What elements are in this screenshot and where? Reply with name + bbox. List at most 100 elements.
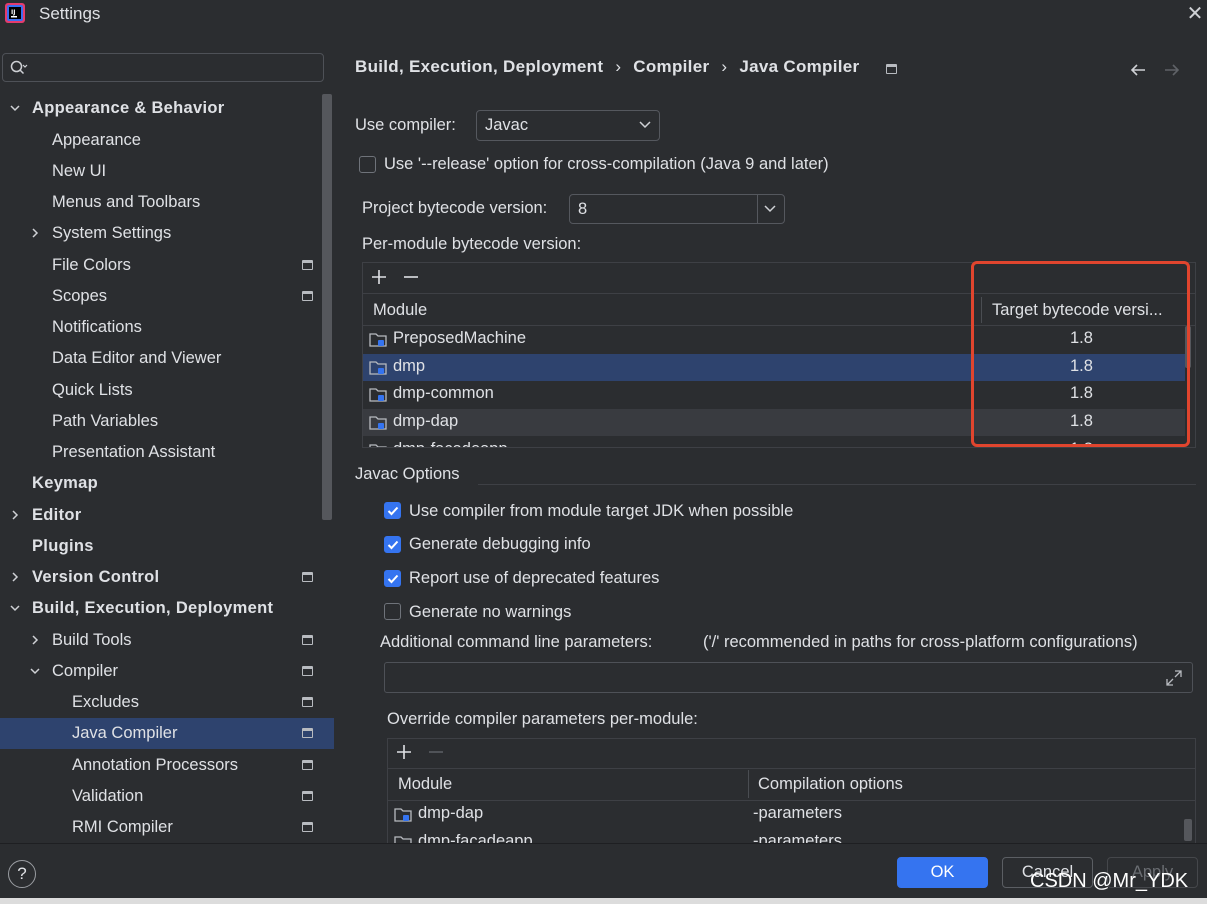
project-level-icon [302,822,313,832]
breadcrumb-item: Build, Execution, Deployment [355,57,604,76]
watermark: CSDN @Mr_YDK [1030,870,1189,892]
report-deprecated-label: Report use of deprecated features [409,569,660,587]
per-module-label: Per-module bytecode version: [362,235,582,253]
forward-arrow-icon[interactable] [1162,60,1182,84]
title-bar [0,0,1207,30]
tree-item-validation[interactable]: Validation [0,781,320,812]
table-scrollbar[interactable] [1184,819,1192,841]
tree-item-system-settings[interactable]: System Settings [0,218,320,249]
intellij-logo-icon: IJ [5,3,25,23]
tree-item-version-control[interactable]: Version Control [0,562,320,593]
expand-icon[interactable] [1165,669,1183,687]
project-level-icon [302,572,313,582]
table-row[interactable]: dmp-dap -parameters [388,801,1183,828]
tree-item-path-variables[interactable]: Path Variables [0,406,320,437]
tree-item-rmi-compiler[interactable]: RMI Compiler [0,812,320,843]
project-level-icon [302,635,313,645]
chevron-right-icon[interactable] [9,571,21,583]
javac-options-title: Javac Options [355,465,460,483]
bottom-edge [0,898,1207,904]
tree-item-file-colors[interactable]: File Colors [0,250,320,281]
report-deprecated-checkbox[interactable] [384,570,401,587]
use-compiler-select[interactable]: Javac [476,110,660,141]
release-option-checkbox[interactable] [359,156,376,173]
additional-params-input[interactable] [384,662,1193,693]
back-arrow-icon[interactable] [1128,60,1148,84]
module-folder-icon [394,808,412,822]
chevron-down-icon[interactable] [9,102,21,114]
module-folder-icon [369,444,387,447]
chevron-right-icon[interactable] [29,227,41,239]
release-option-label: Use '--release' option for cross-compila… [384,155,829,173]
tree-item-java-compiler[interactable]: Java Compiler [0,718,334,749]
use-module-jdk-checkbox[interactable] [384,502,401,519]
project-bytecode-select[interactable]: 8 [569,194,785,224]
tree-item-excludes[interactable]: Excludes [0,687,320,718]
module-folder-icon [369,388,387,402]
tree-item-data-editor-viewer[interactable]: Data Editor and Viewer [0,343,320,374]
additional-params-hint: ('/' recommended in paths for cross-plat… [703,633,1138,651]
project-level-icon [302,697,313,707]
column-header-module[interactable]: Module [398,768,452,801]
override-params-table: Module Compilation options dmp-dap -para… [387,738,1196,844]
additional-params-label: Additional command line parameters: [380,633,653,651]
project-level-icon [302,760,313,770]
tree-item-new-ui[interactable]: New UI [0,156,320,187]
generate-debug-info-checkbox[interactable] [384,536,401,553]
tree-item-build-tools[interactable]: Build Tools [0,625,320,656]
tree-item-appearance-behavior[interactable]: Appearance & Behavior [0,93,320,124]
annotation-highlight-box [971,261,1190,447]
window-title: Settings [39,4,101,23]
tree-item-plugins[interactable]: Plugins [0,531,320,562]
breadcrumb: Build, Execution, Deployment › Compiler › Ja… [355,57,860,76]
chevron-down-icon [764,205,776,213]
help-button[interactable]: ? [8,860,36,888]
tree-item-menus-toolbars[interactable]: Menus and Toolbars [0,187,320,218]
chevron-down-icon[interactable] [9,602,21,614]
chevron-down-icon [639,121,651,129]
column-header-compilation-options[interactable]: Compilation options [758,768,903,801]
close-window-button[interactable]: ✕ [1184,2,1206,26]
chevron-right-icon[interactable] [29,634,41,646]
add-module-button[interactable] [368,267,390,289]
tree-item-annotation-processors[interactable]: Annotation Processors [0,750,320,781]
checkmark-icon [387,574,399,584]
project-level-icon [302,291,313,301]
tree-item-build-execution-deployment[interactable]: Build, Execution, Deployment [0,593,320,624]
tree-item-quick-lists[interactable]: Quick Lists [0,375,320,406]
checkmark-icon [387,506,399,516]
sidebar-scrollbar[interactable] [322,94,332,520]
remove-module-button[interactable] [400,267,422,289]
chevron-right-icon[interactable] [9,509,21,521]
section-divider [478,484,1196,485]
module-folder-icon [369,416,387,430]
no-warnings-checkbox[interactable] [384,603,401,620]
module-folder-icon [369,333,387,347]
add-override-button[interactable] [393,742,415,764]
breadcrumb-item: Compiler [633,57,710,76]
remove-override-button[interactable] [425,742,447,764]
checkmark-icon [387,540,399,550]
project-level-icon [302,260,313,270]
tree-item-presentation-assistant[interactable]: Presentation Assistant [0,437,320,468]
table-row[interactable]: dmp-facadeapp -parameters [388,829,1183,843]
no-warnings-label: Generate no warnings [409,603,572,621]
use-compiler-label: Use compiler: [355,116,456,134]
chevron-down-icon[interactable] [29,665,41,677]
project-level-icon [886,64,897,74]
svg-text:IJ: IJ [11,9,15,16]
search-icon [10,60,28,76]
generate-debug-info-label: Generate debugging info [409,535,591,553]
tree-item-editor[interactable]: Editor [0,500,320,531]
tree-item-scopes[interactable]: Scopes [0,281,320,312]
ok-button[interactable]: OK [897,857,988,888]
project-level-icon [302,728,313,738]
settings-search-input[interactable] [2,53,324,82]
project-level-icon [302,791,313,801]
tree-item-compiler[interactable]: Compiler [0,656,320,687]
column-header-module[interactable]: Module [373,294,427,327]
tree-item-appearance[interactable]: Appearance [0,125,320,156]
tree-item-keymap[interactable]: Keymap [0,468,320,499]
use-module-jdk-label: Use compiler from module target JDK when… [409,502,794,520]
tree-item-notifications[interactable]: Notifications [0,312,320,343]
